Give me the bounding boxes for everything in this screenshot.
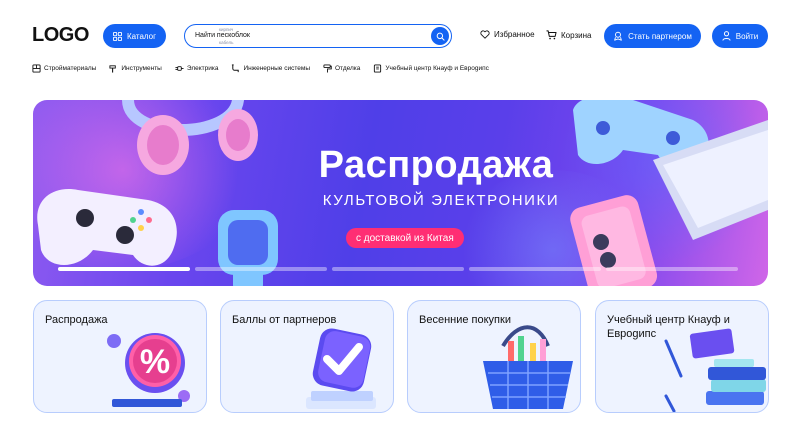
category-engineering-systems[interactable]: Инженерные системы	[231, 64, 310, 73]
slide-indicator[interactable]	[469, 267, 601, 271]
pipe-icon	[232, 64, 240, 73]
search-icon	[436, 32, 445, 41]
category-nav: Стройматериалы Инструменты Электрика Инж…	[32, 64, 489, 73]
search-hint-bottom: кабель	[219, 40, 234, 45]
headphones-icon	[122, 100, 258, 175]
card-title: Баллы от партнеров	[232, 314, 337, 326]
promo-banner[interactable]: Распродажа КУЛЬТОВОЙ ЭЛЕКТРОНИКИ с доста…	[33, 100, 768, 286]
user-icon	[722, 31, 731, 41]
cart-icon	[546, 30, 557, 40]
login-label: Войти	[735, 31, 759, 41]
catalog-label: Каталог	[126, 31, 157, 41]
card-title: Распродажа	[45, 314, 108, 326]
card-spring-shopping[interactable]: Весенние покупки	[407, 300, 581, 413]
banner-slider-indicators	[58, 267, 738, 271]
slide-indicator[interactable]	[58, 267, 190, 271]
cart-link[interactable]: Корзина	[546, 30, 591, 40]
building-materials-icon	[32, 64, 41, 73]
card-training-center[interactable]: Учебный центр Кнауф и Евроgипс	[595, 300, 769, 413]
partner-label: Стать партнером	[628, 31, 692, 41]
search-input[interactable]: кирпич Найти пескоблок кабель	[184, 24, 452, 48]
hammer-icon	[109, 65, 117, 73]
become-partner-button[interactable]: Стать партнером	[604, 24, 701, 48]
card-title: Учебный центр Кнауф и Евроgипс	[607, 314, 730, 341]
category-electrics[interactable]: Электрика	[175, 64, 219, 73]
banner-title: Распродажа	[318, 144, 554, 186]
grid-icon	[112, 31, 122, 41]
card-partner-points[interactable]: Баллы от партнеров	[220, 300, 394, 413]
category-building-materials[interactable]: Стройматериалы	[32, 64, 96, 73]
banner-subtitle: КУЛЬТОВОЙ ЭЛЕКТРОНИКИ	[322, 192, 560, 209]
card-sale[interactable]: % Распродажа	[33, 300, 207, 413]
game-controller-icon	[37, 189, 177, 266]
login-button[interactable]: Войти	[712, 24, 768, 48]
heart-icon	[480, 30, 490, 39]
slide-indicator[interactable]	[606, 267, 738, 271]
category-label: Учебный центр Кнауф и Евроgипс	[385, 65, 489, 72]
smartwatch-icon	[218, 210, 278, 286]
svg-text:%: %	[140, 343, 170, 381]
category-label: Отделка	[335, 65, 361, 72]
category-finishing[interactable]: Отделка	[323, 64, 360, 73]
favorites-label: Избранное	[494, 30, 535, 39]
search-value: Найти пескоблок	[195, 32, 250, 39]
category-tools[interactable]: Инструменты	[109, 64, 162, 73]
book-icon	[374, 64, 382, 73]
favorites-link[interactable]: Избранное	[480, 30, 535, 39]
slide-indicator[interactable]	[195, 267, 327, 271]
catalog-button[interactable]: Каталог	[103, 24, 166, 48]
cart-label: Корзина	[561, 30, 592, 40]
slide-indicator[interactable]	[332, 267, 464, 271]
plug-icon	[175, 66, 184, 71]
card-title: Весенние покупки	[419, 314, 511, 326]
paint-roller-icon	[323, 64, 332, 73]
category-training-center[interactable]: Учебный центр Кнауф и Евроgипс	[373, 64, 489, 73]
banner-badge: с доставкой из Китая	[346, 228, 464, 248]
category-label: Инструменты	[121, 65, 162, 72]
handshake-icon	[614, 31, 622, 41]
category-label: Инженерные системы	[243, 65, 310, 72]
search-button[interactable]	[431, 27, 449, 45]
logo[interactable]: LOGO	[32, 24, 89, 47]
category-label: Электрика	[186, 65, 219, 72]
category-label: Стройматериалы	[44, 65, 97, 72]
